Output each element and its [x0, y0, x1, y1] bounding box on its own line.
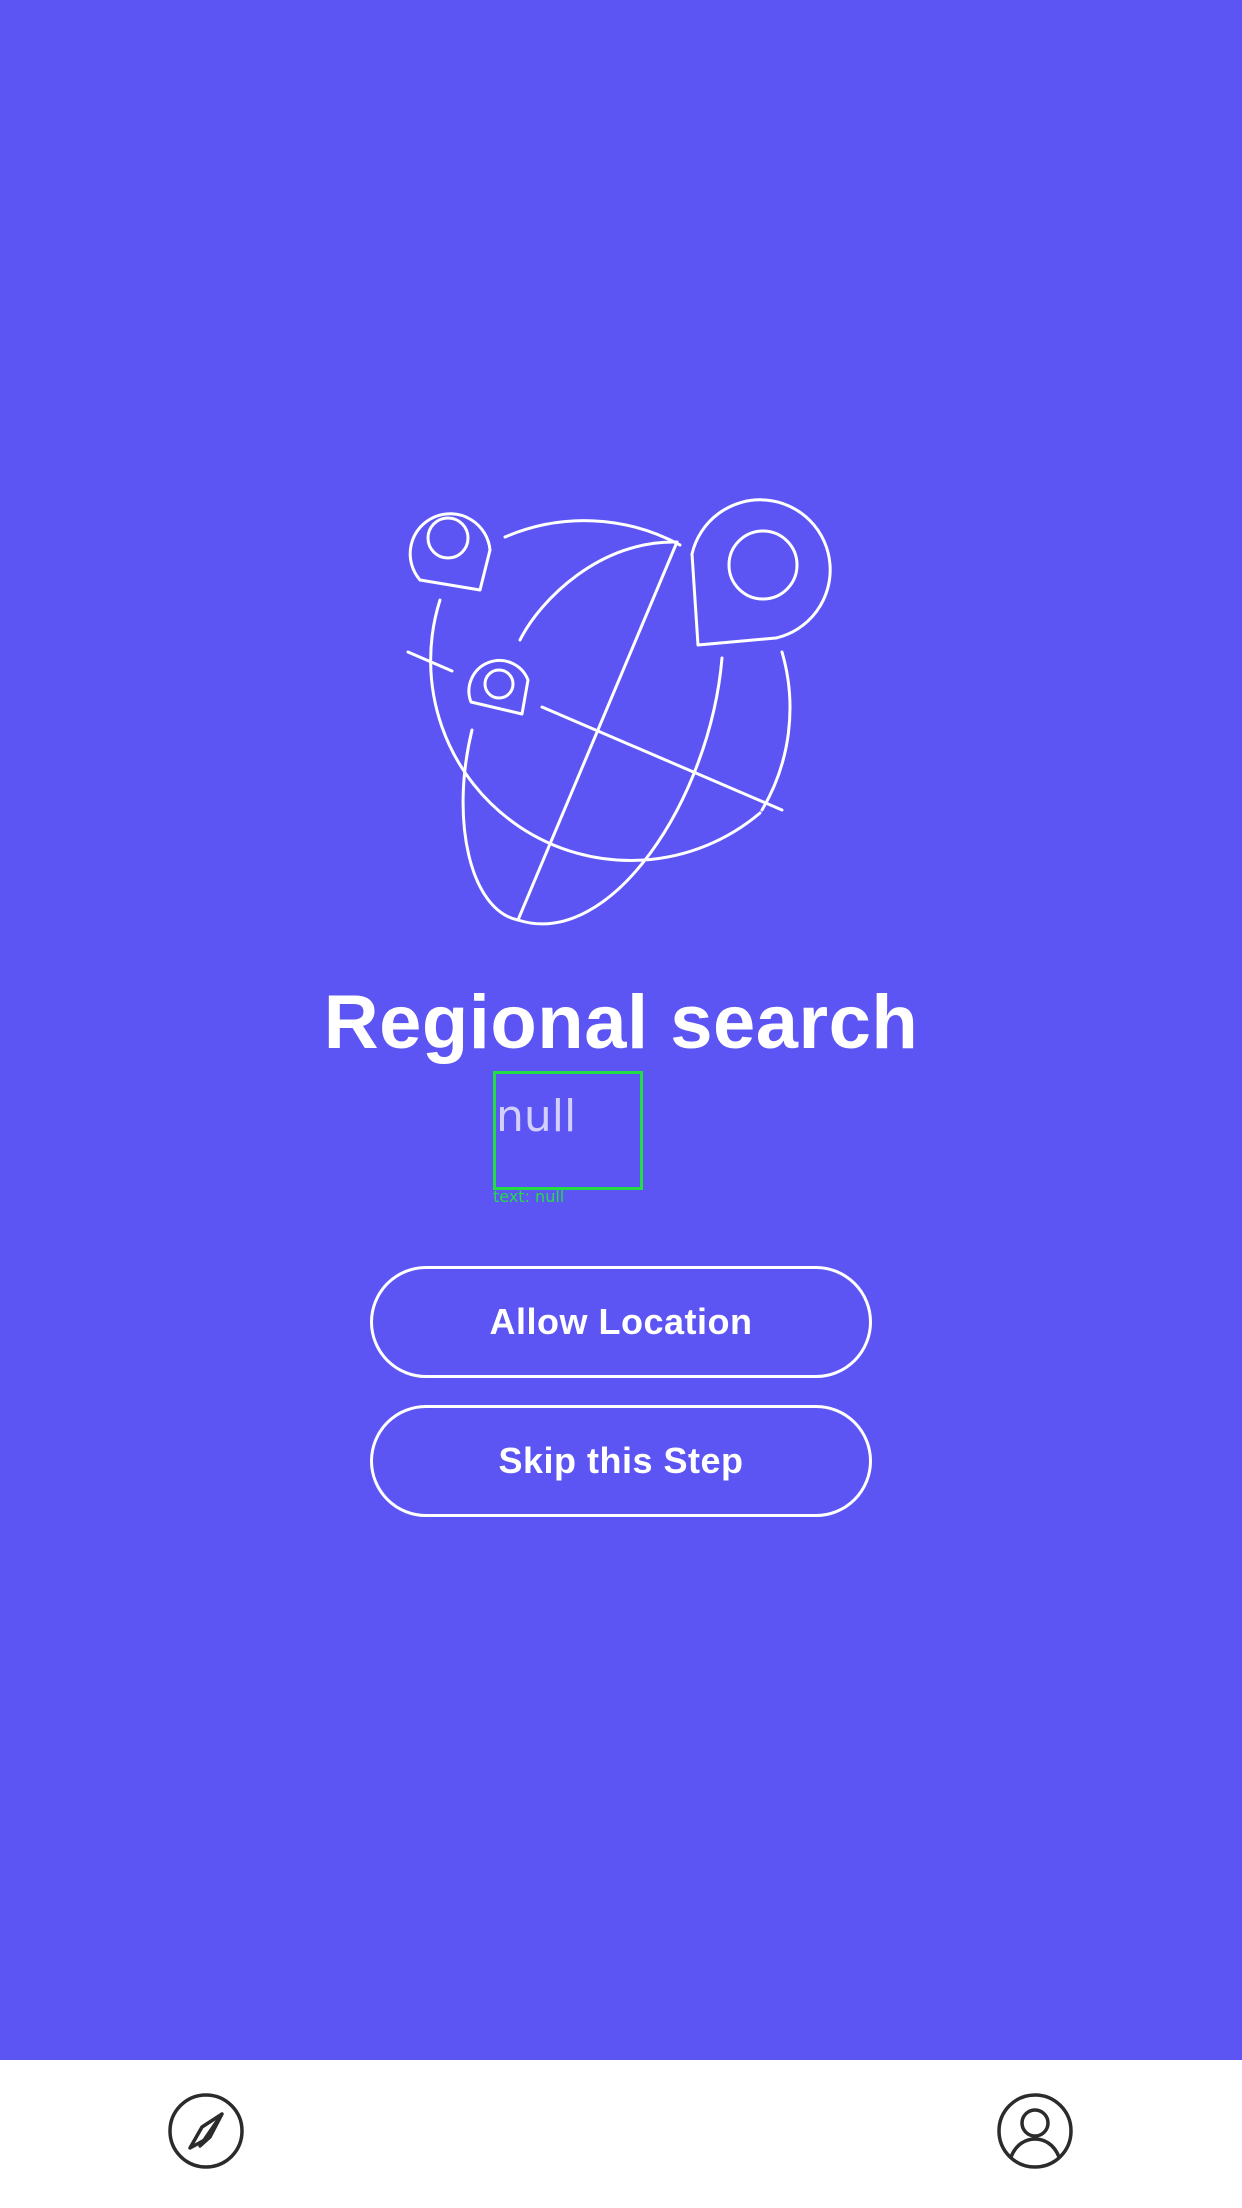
allow-location-button[interactable]: Allow Location	[370, 1266, 872, 1378]
skip-step-button[interactable]: Skip this Step	[370, 1405, 872, 1517]
compass-icon[interactable]	[167, 2092, 245, 2170]
user-profile-icon[interactable]	[996, 2092, 1074, 2170]
debug-label: text: null	[493, 1187, 565, 1206]
subtitle-highlight-box: null	[493, 1071, 643, 1190]
globe-location-pins-icon	[406, 498, 832, 926]
onboarding-screen: Regional search null text: null Allow Lo…	[0, 0, 1242, 2060]
page-title: Regional search	[323, 980, 919, 1065]
bottom-tab-bar	[0, 2060, 1242, 2208]
subtitle-text: null	[496, 1091, 577, 1142]
